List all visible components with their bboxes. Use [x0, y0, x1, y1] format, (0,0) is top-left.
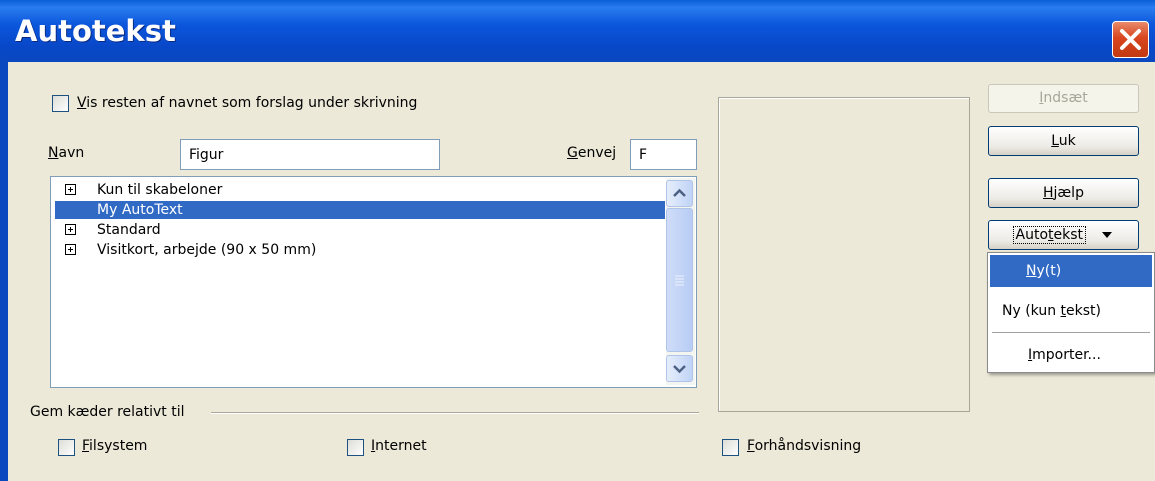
window-title: Autotekst [15, 14, 176, 48]
menu-separator [992, 332, 1150, 333]
save-links-group-label: Gem kæder relativt til [30, 404, 185, 420]
autotext-category-list[interactable]: Kun til skabeloner My AutoText Standard … [50, 176, 697, 388]
list-scrollbar[interactable] [666, 178, 695, 385]
tree-item-visitkort[interactable]: Visitkort, arbejde (90 x 50 mm) [55, 241, 665, 259]
name-label: Navn [48, 145, 85, 161]
chevron-up-icon [673, 188, 686, 197]
dropdown-arrow-icon [1102, 232, 1113, 238]
group-divider [211, 412, 699, 414]
tree-item-standard[interactable]: Standard [55, 221, 665, 239]
show-remainder-label-rest: is resten af navnet som forslag under sk… [86, 95, 418, 111]
close-dialog-button[interactable]: Luk [988, 126, 1139, 156]
preview-pane [718, 97, 970, 412]
expand-icon[interactable] [65, 244, 76, 255]
insert-button-label: Indsæt [1039, 90, 1088, 106]
internet-checkbox[interactable] [347, 439, 364, 456]
filesystem-checkbox[interactable] [58, 439, 75, 456]
tree-item-label: My AutoText [97, 202, 183, 218]
shortcut-label: Genvej [567, 145, 617, 161]
menu-item-import[interactable]: Importer... [990, 339, 1152, 371]
scroll-up-button[interactable] [666, 180, 693, 207]
shortcut-input[interactable] [630, 139, 697, 170]
menu-item-new-text-only[interactable]: Ny (kun tekst) [990, 295, 1152, 327]
help-button-label: Hjælp [1043, 185, 1084, 201]
tree-item-my-autotext[interactable]: My AutoText [55, 201, 665, 219]
menu-item-new[interactable]: Ny(t) [990, 255, 1152, 287]
tree-item-label: Standard [97, 222, 161, 238]
insert-button[interactable]: Indsæt [988, 84, 1139, 113]
scroll-thumb[interactable] [666, 208, 693, 352]
autotext-dropdown-menu[interactable]: Ny(t) Ny (kun tekst) Importer... [987, 252, 1155, 373]
scroll-down-button[interactable] [666, 355, 693, 382]
preview-checkbox[interactable] [722, 439, 739, 456]
tree-item-kun-til-skabeloner[interactable]: Kun til skabeloner [55, 181, 665, 199]
close-button[interactable] [1112, 21, 1149, 58]
preview-label: Forhåndsvisning [747, 438, 862, 454]
filesystem-label: Filsystem [82, 438, 148, 454]
expand-icon[interactable] [65, 184, 76, 195]
name-input[interactable] [180, 139, 440, 170]
autotext-menu-button[interactable]: Autotekst [988, 220, 1139, 250]
show-remainder-checkbox[interactable] [52, 95, 69, 112]
autotext-button-label: Autotekst [1012, 226, 1087, 244]
close-icon [1120, 29, 1141, 50]
tree-item-label: Visitkort, arbejde (90 x 50 mm) [97, 242, 317, 258]
window-frame-left [0, 62, 8, 481]
chevron-down-icon [673, 365, 686, 374]
expand-icon[interactable] [65, 224, 76, 235]
close-dialog-button-label: Luk [1051, 133, 1076, 149]
show-remainder-label: Vis resten af navnet som forslag under s… [77, 95, 418, 111]
grip-icon [675, 275, 684, 286]
help-button[interactable]: Hjælp [988, 178, 1139, 208]
tree-item-label: Kun til skabeloner [97, 182, 223, 198]
internet-label: Internet [371, 438, 427, 454]
